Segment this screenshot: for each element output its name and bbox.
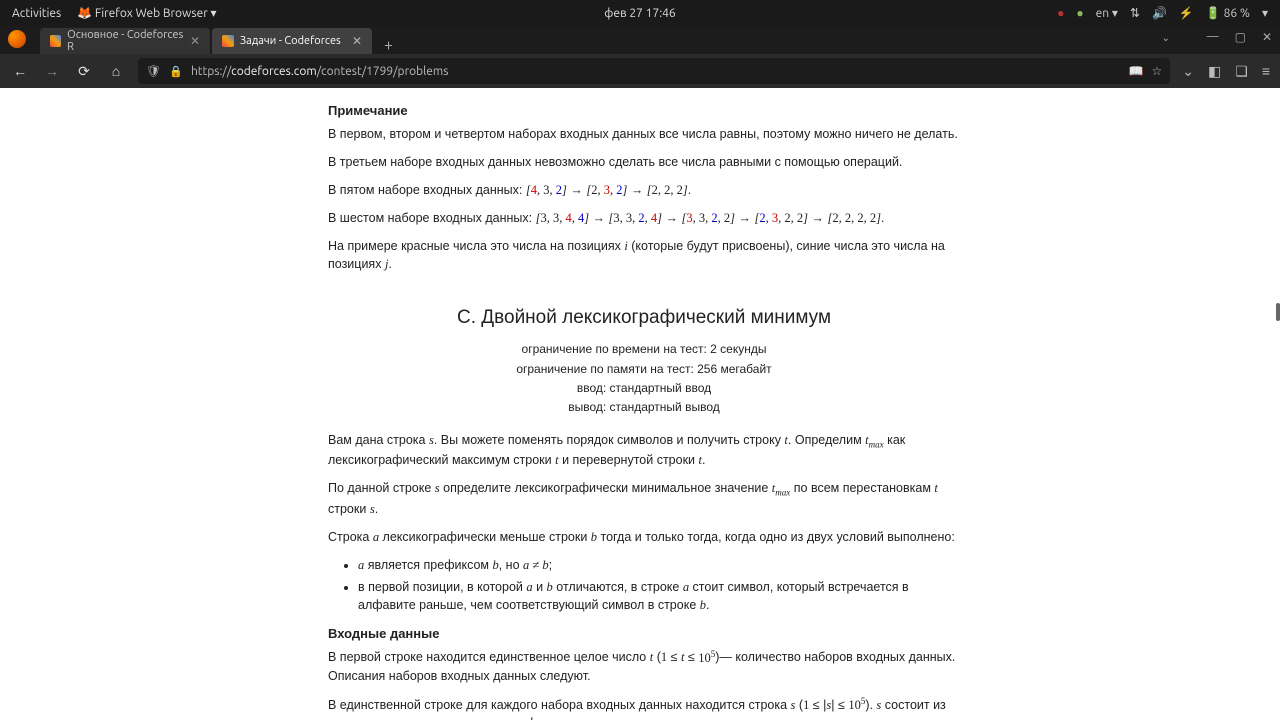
close-icon[interactable]: ✕ xyxy=(190,34,200,48)
problem-text: По данной строке s определите лексикогра… xyxy=(328,479,960,518)
pocket-icon[interactable]: ⌄ xyxy=(1182,63,1194,80)
output-spec: вывод: стандартный вывод xyxy=(328,399,960,416)
problem-limits: ограничение по времени на тест: 2 секунд… xyxy=(328,341,960,417)
shield-icon[interactable]: 🛡 xyxy=(146,64,161,78)
note-text: В шестом наборе входных данных: [3, 3, 4… xyxy=(328,209,960,227)
network-icon[interactable]: ⇅ xyxy=(1130,6,1140,20)
url-text: https://codeforces.com/contest/1799/prob… xyxy=(191,65,1121,78)
input-text: В единственной строке для каждого набора… xyxy=(328,695,960,720)
extensions-icon[interactable]: ❏ xyxy=(1235,63,1248,80)
battery-indicator[interactable]: 🔋 86 % xyxy=(1206,6,1250,20)
favicon-icon xyxy=(50,35,61,47)
page-content: Примечание В первом, втором и четвертом … xyxy=(0,88,1280,720)
menu-icon[interactable]: ≡ xyxy=(1262,63,1270,80)
tab-title: Задачи - Codeforces xyxy=(240,35,341,47)
activities-label[interactable]: Activities xyxy=(12,7,61,20)
firefox-icon xyxy=(8,30,26,48)
input-heading: Входные данные xyxy=(328,625,960,644)
note-text: В третьем наборе входных данных невозмож… xyxy=(328,153,960,171)
input-text: В первой строке находится единственное ц… xyxy=(328,647,960,684)
maximize-button[interactable]: ▢ xyxy=(1235,30,1246,44)
close-window-button[interactable]: ✕ xyxy=(1262,30,1272,44)
memory-limit: ограничение по памяти на тест: 256 мегаб… xyxy=(328,361,960,378)
tab-strip: Основное - Codeforces R ✕ Задачи - Codef… xyxy=(0,26,1280,54)
minimize-button[interactable]: — xyxy=(1207,30,1219,44)
note-text: В пятом наборе входных данных: [4, 3, 2]… xyxy=(328,181,960,199)
home-button[interactable]: ⌂ xyxy=(106,63,126,79)
sidebar-icon[interactable]: ◧ xyxy=(1208,63,1221,80)
list-item: a является префиксом b, но a ≠ b; xyxy=(358,556,960,574)
gnome-topbar: Activities 🦊 Firefox Web Browser ▾ фев 2… xyxy=(0,0,1280,26)
input-spec: ввод: стандартный ввод xyxy=(328,380,960,397)
tab-codeforces-main[interactable]: Основное - Codeforces R ✕ xyxy=(40,28,210,54)
lock-icon[interactable]: 🔒 xyxy=(169,65,183,78)
power-icon[interactable]: ⚡ xyxy=(1179,6,1194,20)
new-tab-button[interactable]: + xyxy=(374,36,403,54)
back-button[interactable]: ← xyxy=(10,63,30,79)
tab-title: Основное - Codeforces R xyxy=(67,29,184,53)
list-item: в первой позиции, в которой a и b отлича… xyxy=(358,578,960,614)
clock[interactable]: фев 27 17:46 xyxy=(604,7,675,20)
reload-button[interactable]: ⟳ xyxy=(74,63,94,80)
system-menu-icon[interactable]: ▾ xyxy=(1262,6,1268,20)
problem-text: Вам дана строка s. Вы можете поменять по… xyxy=(328,431,960,470)
problem-text: Строка a лексикографически меньше строки… xyxy=(328,528,960,546)
note-text: В первом, втором и четвертом наборах вхо… xyxy=(328,125,960,143)
tabs-dropdown-icon[interactable]: ⌄ xyxy=(1162,32,1170,44)
tab-codeforces-problems[interactable]: Задачи - Codeforces ✕ xyxy=(212,28,372,54)
problem-title: C. Двойной лексикографический минимум xyxy=(328,304,960,332)
forward-button[interactable]: → xyxy=(42,63,62,79)
conditions-list: a является префиксом b, но a ≠ b; в перв… xyxy=(328,556,960,614)
reader-mode-icon[interactable]: 📖 xyxy=(1129,64,1144,78)
close-icon[interactable]: ✕ xyxy=(352,34,362,48)
app-indicator[interactable]: 🦊 Firefox Web Browser ▾ xyxy=(77,6,216,20)
favicon-icon xyxy=(222,35,234,47)
tray-app-icon[interactable]: ● xyxy=(1057,6,1064,20)
note-heading: Примечание xyxy=(328,102,960,121)
volume-icon[interactable]: 🔊 xyxy=(1152,6,1167,20)
lang-indicator[interactable]: en ▾ xyxy=(1096,6,1118,20)
address-bar[interactable]: 🛡 🔒 https://codeforces.com/contest/1799/… xyxy=(138,58,1170,84)
bookmark-star-icon[interactable]: ☆ xyxy=(1152,64,1163,78)
note-text: На примере красные числа это числа на по… xyxy=(328,237,960,273)
toolbar: ← → ⟳ ⌂ 🛡 🔒 https://codeforces.com/conte… xyxy=(0,54,1280,88)
tray-app-icon[interactable]: ● xyxy=(1076,6,1083,20)
scrollbar-thumb[interactable] xyxy=(1276,303,1280,321)
time-limit: ограничение по времени на тест: 2 секунд… xyxy=(328,341,960,358)
